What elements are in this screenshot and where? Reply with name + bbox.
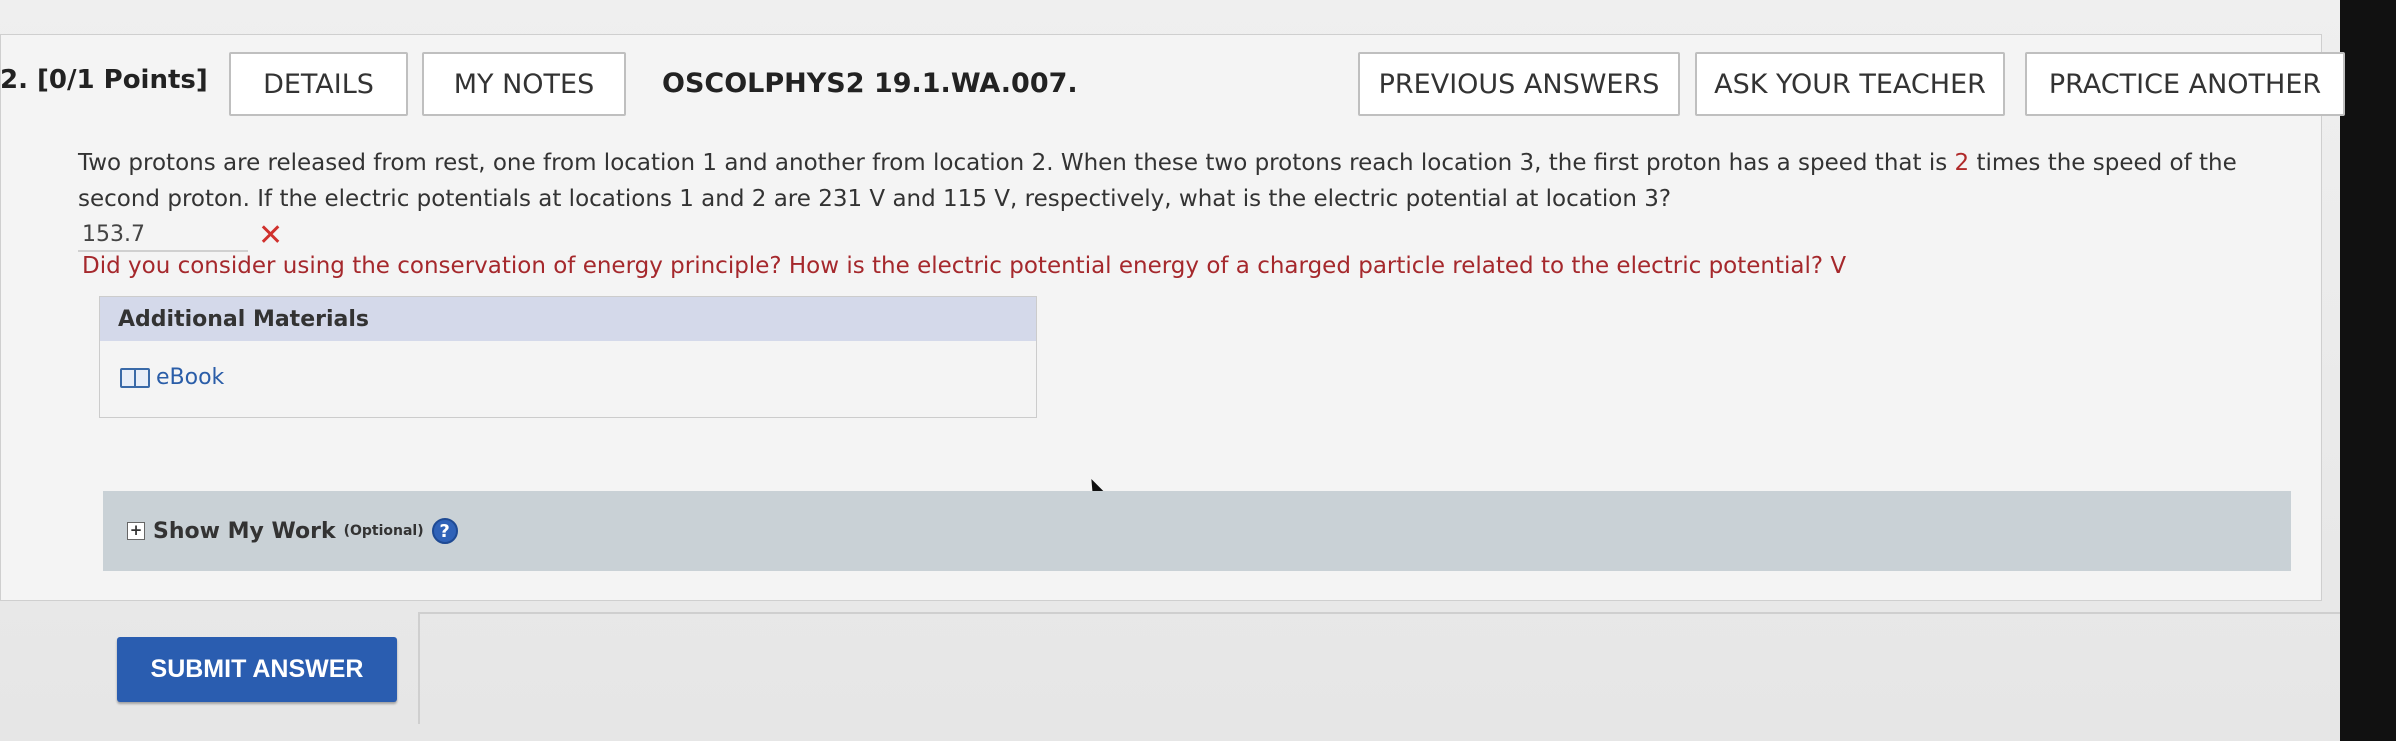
- question-header: 2. [0/1 Points] DETAILS MY NOTES OSCOLPH…: [0, 38, 2345, 128]
- question-code: OSCOLPHYS2 19.1.WA.007.: [662, 68, 1078, 99]
- help-question-icon[interactable]: ?: [431, 518, 458, 544]
- question-points: 2. [0/1 Points]: [0, 65, 208, 95]
- details-button[interactable]: DETAILS: [229, 52, 408, 116]
- show-my-work-bar[interactable]: + Show My Work (Optional) ?: [103, 491, 2291, 571]
- submit-answer-button[interactable]: SUBMIT ANSWER: [117, 637, 397, 702]
- highlight-value: 2: [1954, 150, 1970, 176]
- ebook-label: eBook: [156, 365, 225, 390]
- ebook-link[interactable]: eBook: [120, 365, 224, 390]
- practice-another-button[interactable]: PRACTICE ANOTHER: [2025, 52, 2345, 116]
- my-notes-button[interactable]: MY NOTES: [422, 52, 626, 116]
- optional-label: (Optional): [343, 523, 424, 539]
- feedback-text: Did you consider using the conservation …: [82, 253, 1847, 279]
- submit-area-outline: [418, 612, 2340, 724]
- show-work-label[interactable]: Show My Work: [153, 519, 336, 544]
- previous-answers-button[interactable]: PREVIOUS ANSWERS: [1358, 52, 1680, 116]
- question-text: Two protons are released from rest, one …: [78, 150, 2237, 212]
- answer-input[interactable]: [78, 218, 248, 252]
- incorrect-x-icon: ✕: [258, 218, 284, 253]
- book-icon: [120, 367, 150, 388]
- page: 2. [0/1 Points] DETAILS MY NOTES OSCOLPH…: [0, 0, 2396, 741]
- points-label: [0/1 Points]: [37, 65, 208, 95]
- question-number: 2.: [0, 65, 28, 95]
- screen-edge: [2340, 0, 2396, 741]
- ask-teacher-button[interactable]: ASK YOUR TEACHER: [1695, 52, 2005, 116]
- materials-header: Additional Materials: [100, 297, 1036, 341]
- expand-plus-icon[interactable]: +: [127, 522, 145, 540]
- additional-materials-panel: Additional Materials eBook: [99, 296, 1037, 418]
